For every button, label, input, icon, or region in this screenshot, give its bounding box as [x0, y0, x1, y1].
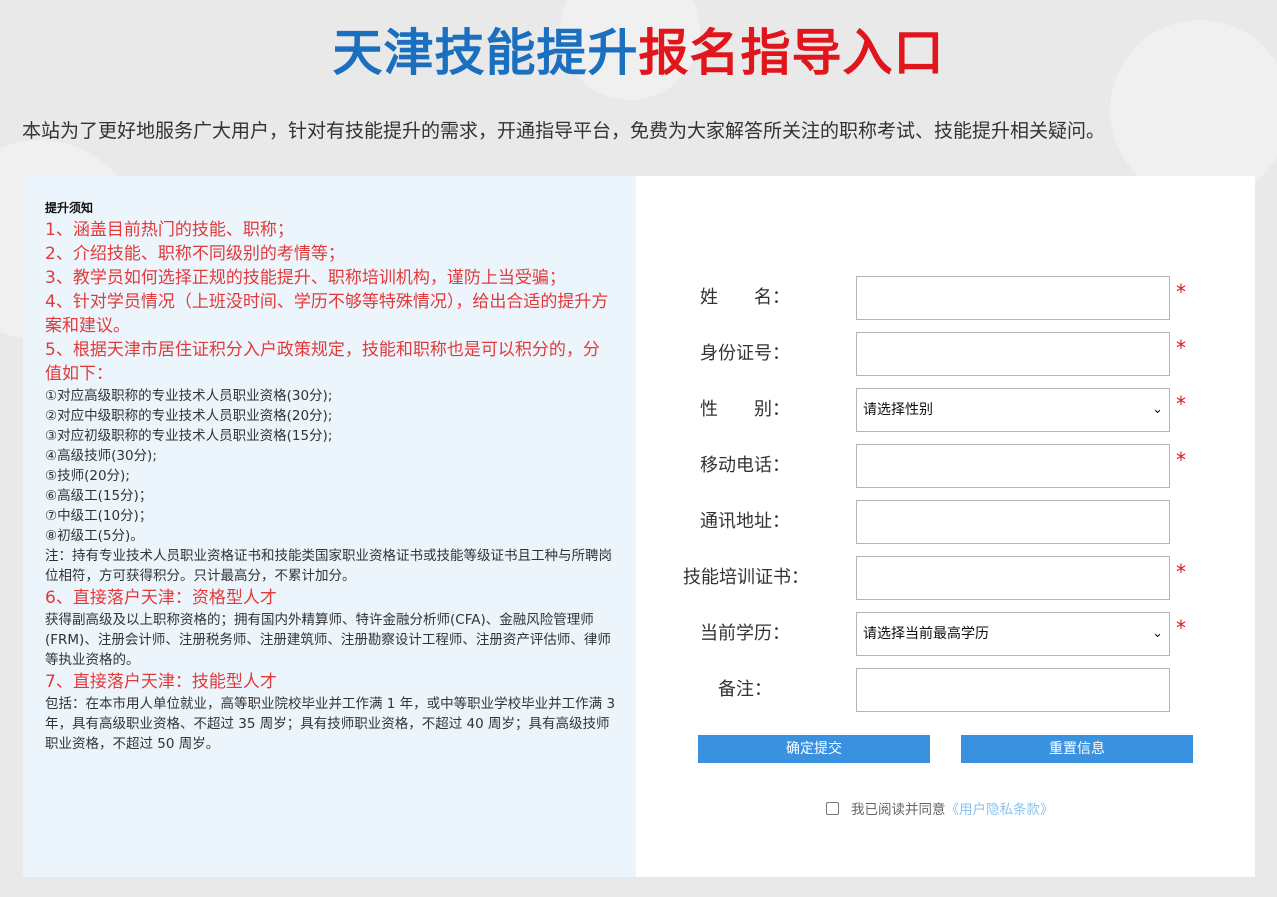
form-row-remark: 备注：	[636, 668, 1255, 712]
form-row-phone: 移动电话： *	[636, 444, 1255, 488]
required-mark: *	[1176, 560, 1186, 584]
form-row-education: 当前学历： 请选择当前最高学历 ⌄ *	[636, 612, 1255, 656]
required-mark: *	[1176, 392, 1186, 416]
page-title: 天津技能提升报名指导入口	[0, 22, 1277, 84]
submit-button[interactable]: 确定提交	[698, 735, 930, 763]
idcard-label: 身份证号：	[700, 343, 790, 364]
notice-detail-item: 注：持有专业技术人员职业资格证书和技能类国家职业资格证书或技能等级证书且工种与所…	[45, 548, 612, 584]
notice-detail-item: ②对应中级职称的专业技术人员职业资格(20分);	[45, 408, 333, 424]
notice-detail-item: ①对应高级职称的专业技术人员职业资格(30分);	[45, 388, 333, 404]
privacy-link[interactable]: 《用户隐私条款》	[946, 802, 1054, 818]
chevron-down-icon: ⌄	[1152, 626, 1163, 641]
notice-detail-item: 包括：在本市用人单位就业，高等职业院校毕业并工作满 1 年，或中等职业学校毕业并…	[45, 696, 616, 752]
phone-label: 移动电话：	[700, 455, 790, 476]
education-label: 当前学历：	[700, 623, 790, 644]
notice-heading-item: 1、涵盖目前热门的技能、职称；	[45, 220, 294, 240]
notice-heading-item: 6、直接落户天津：资格型人才	[45, 588, 277, 608]
agreement-row: 我已阅读并同意《用户隐私条款》	[826, 801, 1054, 819]
notice-detail-item: ⑥高级工(15分)；	[45, 488, 153, 504]
page-title-blue: 天津技能提升	[332, 24, 639, 82]
required-mark: *	[1176, 448, 1186, 472]
education-select[interactable]: 请选择当前最高学历 ⌄	[856, 612, 1170, 656]
name-label: 姓 名：	[700, 287, 790, 308]
notice-heading-item: 7、直接落户天津：技能型人才	[45, 672, 277, 692]
notice-heading-item: 5、根据天津市居住证积分入户政策规定，技能和职称也是可以积分的，分值如下：	[45, 340, 600, 384]
certificate-label: 技能培训证书：	[683, 567, 809, 588]
intro-text: 本站为了更好地服务广大用户，针对有技能提升的需求，开通指导平台，免费为大家解答所…	[22, 120, 1106, 142]
notice-detail-item: ⑤技师(20分);	[45, 468, 130, 484]
gender-label: 性 别：	[700, 399, 790, 420]
form-row-idcard: 身份证号： *	[636, 332, 1255, 376]
notice-heading-item: 3、教学员如何选择正规的技能提升、职称培训机构，谨防上当受骗；	[45, 268, 566, 288]
remark-input[interactable]	[856, 668, 1170, 712]
notice-detail-item: ③对应初级职称的专业技术人员职业资格(15分);	[45, 428, 333, 444]
gender-select-value: 请选择性别	[863, 402, 933, 418]
notice-detail-item: ④高级技师(30分);	[45, 448, 157, 464]
certificate-input[interactable]	[856, 556, 1170, 600]
form-row-certificate: 技能培训证书： *	[636, 556, 1255, 600]
required-mark: *	[1176, 280, 1186, 304]
name-input[interactable]	[856, 276, 1170, 320]
form-row-gender: 性 别： 请选择性别 ⌄ *	[636, 388, 1255, 432]
agree-checkbox[interactable]	[826, 802, 839, 815]
phone-input[interactable]	[856, 444, 1170, 488]
registration-form: 姓 名： * 身份证号： * 性 别： 请选择性别 ⌄ * 移动电话： * 通讯…	[636, 176, 1255, 877]
chevron-down-icon: ⌄	[1152, 402, 1163, 417]
notice-list: 1、涵盖目前热门的技能、职称； 2、介绍技能、职称不同级别的考情等； 3、教学员如何…	[45, 218, 616, 754]
address-input[interactable]	[856, 500, 1170, 544]
gender-select[interactable]: 请选择性别 ⌄	[856, 388, 1170, 432]
education-select-value: 请选择当前最高学历	[863, 626, 989, 642]
address-label: 通讯地址：	[700, 511, 790, 532]
reset-button[interactable]: 重置信息	[961, 735, 1193, 763]
agree-text: 我已阅读并同意	[851, 802, 946, 818]
notice-title: 提升须知	[45, 201, 94, 215]
notice-heading-item: 4、针对学员情况（上班没时间、学历不够等特殊情况），给出合适的提升方案和建议。	[45, 292, 609, 336]
required-mark: *	[1176, 336, 1186, 360]
notice-detail-item: ⑧初级工(5分)。	[45, 528, 144, 544]
form-row-address: 通讯地址：	[636, 500, 1255, 544]
notice-detail-item: 获得副高级及以上职称资格的；拥有国内外精算师、特许金融分析师(CFA)、金融风险…	[45, 612, 611, 668]
notice-panel: 提升须知 1、涵盖目前热门的技能、职称； 2、介绍技能、职称不同级别的考情等； 3、…	[23, 176, 636, 877]
required-mark: *	[1176, 616, 1186, 640]
remark-label: 备注：	[718, 679, 772, 700]
form-row-name: 姓 名： *	[636, 276, 1255, 320]
notice-heading-item: 2、介绍技能、职称不同级别的考情等；	[45, 244, 345, 264]
notice-detail-item: ⑦中级工(10分)；	[45, 508, 153, 524]
idcard-input[interactable]	[856, 332, 1170, 376]
page-title-red: 报名指导入口	[638, 24, 945, 82]
